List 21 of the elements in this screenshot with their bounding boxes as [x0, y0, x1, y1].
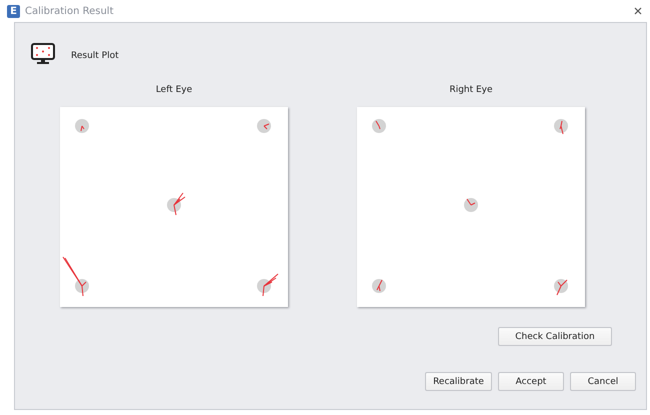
dialog-button[interactable]: Accept [498, 372, 564, 391]
section-label: Result Plot [71, 51, 119, 61]
calibration-point-drawing [372, 119, 386, 133]
dialog-button[interactable]: Recalibrate [425, 372, 492, 391]
close-icon[interactable] [634, 7, 642, 15]
calibration-point-drawing [464, 198, 478, 212]
calibration-point-drawing [554, 119, 568, 134]
plot-title: Left Eye [156, 85, 192, 95]
app-icon: E [7, 4, 20, 18]
dialog-button[interactable]: Cancel [570, 372, 636, 391]
calibration-point-drawing [75, 119, 89, 133]
calibration-point-drawing [372, 279, 386, 293]
calibration-point-drawing [554, 279, 568, 296]
monitor-icon [31, 43, 55, 65]
calibration-point-drawing [62, 256, 89, 296]
plot-title: Right Eye [449, 85, 493, 95]
calibration-point-drawing [257, 274, 278, 296]
check-calibration-button[interactable]: Check Calibration [498, 327, 612, 346]
window-title: Calibration Result [25, 6, 114, 16]
calibration-point-drawing [167, 192, 186, 216]
calibration-point-drawing [257, 119, 271, 133]
